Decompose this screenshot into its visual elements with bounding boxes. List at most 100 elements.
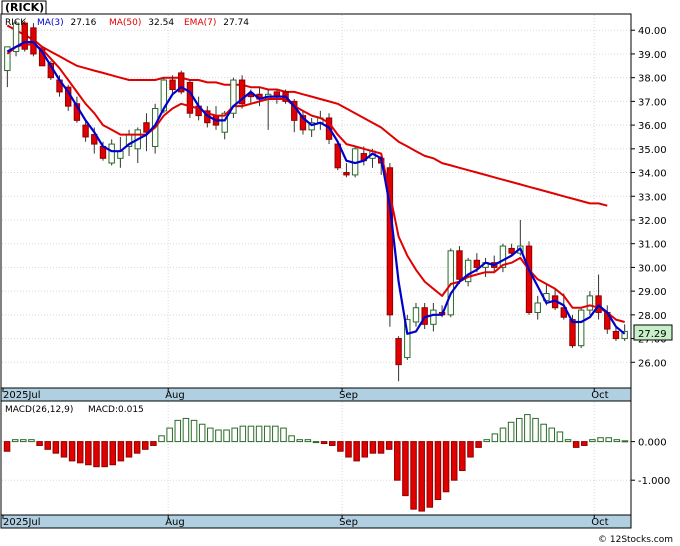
candle-body xyxy=(143,122,150,133)
candle-body xyxy=(108,143,115,164)
y-tick-label: 39.00 xyxy=(638,50,667,61)
candle-body xyxy=(169,79,176,91)
macd-bar xyxy=(76,441,84,464)
macd-y-axis: 0.000 -1.000 xyxy=(631,438,670,487)
macd-bar xyxy=(247,425,255,443)
macd-y-tick-label: 0.000 xyxy=(638,438,667,449)
macd-bar xyxy=(280,427,287,443)
macd-x-tick-label: Sep xyxy=(339,517,358,528)
macd-bar xyxy=(450,441,458,481)
macd-bar xyxy=(491,433,499,443)
chart-title: (RICK) xyxy=(5,1,44,14)
macd-bar xyxy=(223,429,230,443)
x-tick-label: Sep xyxy=(339,390,358,401)
macd-x-tick-label: 2025Jul xyxy=(3,517,41,528)
macd-bar xyxy=(524,414,531,443)
candle-body xyxy=(595,295,602,313)
macd-bar xyxy=(377,441,385,454)
macd-bar xyxy=(499,427,507,443)
macd-bar xyxy=(426,441,434,508)
macd-bar xyxy=(68,441,76,462)
macd-bar xyxy=(174,419,182,443)
macd-bar xyxy=(515,417,523,443)
macd-bar xyxy=(60,441,68,458)
macd-bar xyxy=(44,441,51,450)
y-tick-label: 28.00 xyxy=(638,311,667,322)
macd-bar xyxy=(207,427,214,443)
macd-bar xyxy=(418,441,425,512)
macd-bar xyxy=(20,439,27,443)
stock-chart: 26.0027.0028.0029.0030.0031.0032.0033.00… xyxy=(0,0,673,545)
macd-legend-value: MACD:0.015 xyxy=(88,405,144,415)
candle-body xyxy=(412,307,420,323)
candle-body xyxy=(525,245,533,313)
price-legend: RICK MA(3) 27.16 MA(50) 32.54 EMA(7) 27.… xyxy=(5,18,249,28)
macd-bar xyxy=(556,431,564,443)
macd-bar xyxy=(353,441,360,462)
x-tick-label: Oct xyxy=(591,390,608,401)
legend-ticker: RICK xyxy=(5,18,27,28)
candle-body xyxy=(612,330,620,340)
macd-bar xyxy=(597,437,604,443)
macd-bar xyxy=(589,439,596,443)
macd-legend-label: MACD(26,12,9) xyxy=(5,405,73,415)
macd-bar xyxy=(3,441,11,452)
candle-body xyxy=(577,309,585,347)
macd-bar xyxy=(231,427,238,443)
macd-bar xyxy=(459,441,466,472)
macd-bar xyxy=(385,441,393,450)
y-tick-label: 31.00 xyxy=(638,240,667,251)
macd-bar xyxy=(93,441,100,468)
macd-x-axis-band xyxy=(0,514,632,529)
macd-bar xyxy=(621,440,629,443)
macd-bar xyxy=(101,441,108,468)
macd-bar xyxy=(394,441,401,481)
macd-bar xyxy=(85,441,92,466)
macd-bar xyxy=(304,439,312,443)
footer-copyright: © 12Stocks.com xyxy=(598,535,673,545)
macd-bar xyxy=(190,419,198,443)
macd-bar xyxy=(133,441,141,454)
candle-body xyxy=(534,302,541,313)
macd-bar xyxy=(296,439,304,443)
macd-x-tick-label: Aug xyxy=(165,517,185,528)
macd-bar xyxy=(320,441,328,445)
y-tick-label: 37.00 xyxy=(638,97,667,108)
macd-bar xyxy=(345,441,352,458)
macd-bar xyxy=(117,441,125,462)
macd-bar xyxy=(182,417,190,443)
y-tick-label: 40.00 xyxy=(638,26,667,37)
price-x-axis-band xyxy=(0,387,632,402)
macd-bar xyxy=(328,441,336,446)
y-tick-label: 33.00 xyxy=(638,192,667,203)
y-tick-label: 26.00 xyxy=(638,358,667,369)
macd-bar xyxy=(613,439,621,443)
macd-bar xyxy=(361,441,369,458)
macd-bar xyxy=(198,423,206,443)
macd-bar xyxy=(467,441,474,458)
macd-bar xyxy=(540,423,547,443)
macd-bar xyxy=(150,441,157,446)
y-tick-label: 35.00 xyxy=(638,145,667,156)
macd-bar xyxy=(483,439,490,443)
macd-bar xyxy=(109,441,117,466)
macd-bar xyxy=(402,441,409,497)
y-tick-label: 36.00 xyxy=(638,121,667,132)
last-price-value: 27.29 xyxy=(638,329,667,340)
macd-bar xyxy=(263,425,271,443)
macd-bar xyxy=(215,429,222,443)
macd-bar xyxy=(434,441,442,500)
candle-body xyxy=(473,259,481,268)
y-tick-label: 32.00 xyxy=(638,216,667,227)
y-tick-label: 38.00 xyxy=(638,74,667,85)
x-tick-label: 2025Jul xyxy=(3,390,41,401)
macd-bar xyxy=(581,441,588,446)
macd-bar xyxy=(337,441,344,452)
candle-body xyxy=(186,81,194,114)
macd-bar xyxy=(142,441,149,450)
macd-bar xyxy=(564,439,572,443)
macd-bar xyxy=(605,437,612,443)
macd-bar xyxy=(125,441,133,458)
x-tick-label: Aug xyxy=(165,390,185,401)
macd-bar xyxy=(410,441,417,510)
